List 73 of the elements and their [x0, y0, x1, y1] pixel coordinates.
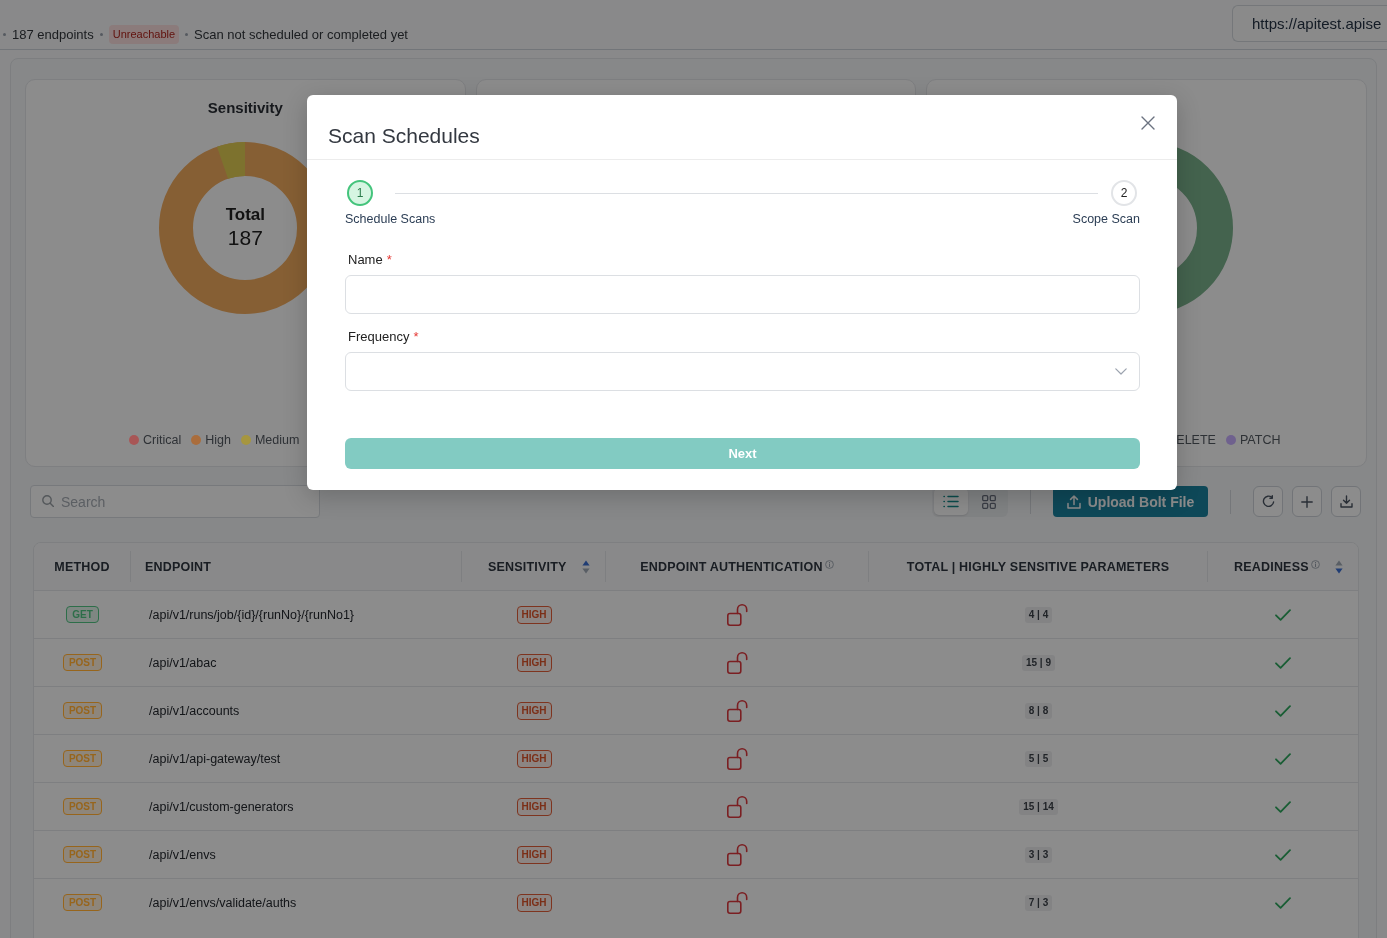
endpoint-path[interactable]: /api/v1/api-gateway/test	[149, 751, 281, 766]
step-label: Scope Scan	[1072, 212, 1140, 226]
close-icon	[1141, 116, 1155, 130]
parameter-count: 7 | 3	[1024, 894, 1053, 911]
close-button[interactable]	[1139, 114, 1157, 132]
legend-label: PATCH	[1239, 432, 1281, 448]
download-button[interactable]	[1331, 486, 1361, 517]
sensitivity-tag: HIGH	[516, 749, 552, 768]
step-marker[interactable]: 1	[347, 180, 373, 206]
endpoint-path[interactable]: /api/v1/abac	[149, 655, 217, 670]
sensitivity-tag: HIGH	[516, 653, 552, 672]
method-tag: POST	[62, 702, 103, 719]
parameter-count: 15 | 9	[1021, 654, 1055, 671]
step-label: Schedule Scans	[345, 212, 436, 226]
sensitivity-tag: HIGH	[516, 701, 552, 720]
grid-icon	[982, 494, 996, 509]
url-field[interactable]: https://apitest.apise	[1232, 5, 1387, 42]
legend-label: Medium	[254, 432, 300, 448]
legend-label: Critical	[143, 432, 182, 448]
column-header: ENDPOINT	[145, 558, 212, 575]
column-header: READINESS	[1234, 558, 1309, 575]
parameter-count: 3 | 3	[1024, 846, 1053, 863]
add-button[interactable]	[1292, 486, 1322, 517]
column-header: METHOD	[54, 558, 110, 575]
dialog-title: Scan Schedules	[328, 125, 480, 147]
column-header: TOTAL | HIGHLY SENSITIVE PARAMETERS	[906, 558, 1170, 575]
status-badge: Unreachable	[108, 25, 180, 44]
parameter-count: 15 | 14	[1019, 798, 1058, 815]
legend-label: High	[205, 432, 231, 448]
required-mark: *	[386, 252, 392, 268]
sensitivity-tag: HIGH	[516, 845, 552, 864]
sort-icon[interactable]	[1335, 559, 1343, 574]
method-tag: POST	[62, 894, 103, 911]
upload-button[interactable]: Upload Bolt File	[1053, 486, 1208, 517]
view-button[interactable]	[934, 488, 968, 515]
sort-icon[interactable]	[582, 559, 590, 574]
chevron-down-icon	[1115, 368, 1127, 375]
legend-label: ELETE	[1176, 432, 1216, 448]
endpoint-count: 187 endpoints	[12, 25, 94, 44]
field-label: Name	[348, 252, 383, 268]
method-tag: POST	[62, 798, 103, 815]
parameter-count: 4 | 4	[1024, 606, 1053, 623]
plus-icon	[1301, 495, 1313, 508]
endpoint-path[interactable]: /api/v1/runs/job/{id}/{runNo}/{runNo1}	[149, 607, 354, 622]
endpoint-path[interactable]: /api/v1/envs	[149, 847, 216, 862]
endpoint-path[interactable]: /api/v1/envs/validate/auths	[149, 895, 297, 910]
download-icon	[1339, 495, 1353, 508]
list-icon	[943, 495, 959, 508]
upload-icon	[1066, 494, 1081, 509]
method-tag: GET	[66, 606, 99, 623]
scan-status: Scan not scheduled or completed yet	[194, 25, 408, 44]
method-tag: POST	[62, 846, 103, 863]
parameter-count: 5 | 5	[1024, 750, 1053, 767]
name-input[interactable]	[345, 275, 1140, 314]
chart-title: Sensitivity	[207, 99, 283, 117]
sensitivity-tag: HIGH	[516, 893, 552, 912]
method-tag: POST	[62, 654, 103, 671]
method-tag: POST	[62, 750, 103, 767]
column-header: ENDPOINT AUTHENTICATION	[640, 558, 823, 575]
endpoint-path[interactable]: /api/v1/custom-generators	[149, 799, 294, 814]
parameter-count: 8 | 8	[1024, 702, 1053, 719]
search-icon	[42, 495, 54, 507]
field-label: Frequency	[348, 329, 410, 345]
required-mark: *	[413, 329, 419, 345]
endpoint-path[interactable]: /api/v1/accounts	[149, 703, 240, 718]
refresh-button[interactable]	[1253, 486, 1283, 517]
column-header: SENSITIVITY	[488, 558, 567, 575]
total-value: 187	[227, 225, 263, 251]
sensitivity-tag: HIGH	[516, 605, 552, 624]
step-marker[interactable]: 2	[1111, 180, 1137, 206]
total-label: Total	[225, 205, 265, 225]
refresh-icon	[1261, 495, 1275, 508]
sensitivity-tag: HIGH	[516, 797, 552, 816]
